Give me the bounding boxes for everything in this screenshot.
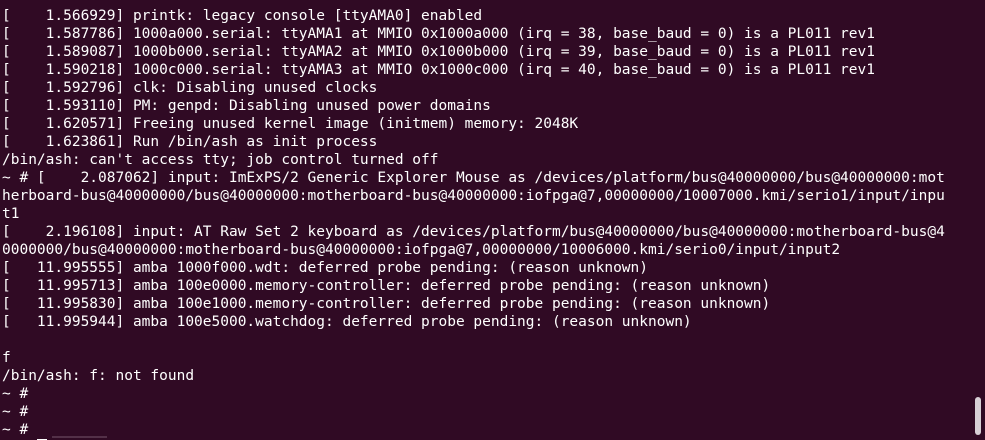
terminal-line: [ 11.995713] amba 100e0000.memory-contro… [2, 278, 771, 294]
terminal-line: ~ # [2, 404, 29, 420]
terminal-output: [ 1.566929] printk: legacy console [ttyA… [2, 7, 974, 440]
terminal-line: 0000000/bus@40000000:motherboard-bus@400… [2, 242, 841, 258]
terminal-line: /bin/ash: f: not found [2, 368, 195, 384]
terminal-line: [ 11.995555] amba 1000f000.wdt: deferred… [2, 260, 649, 276]
terminal-line: [ 1.589087] 1000b000.serial: ttyAMA2 at … [2, 44, 875, 60]
vertical-scrollbar[interactable] [975, 0, 983, 440]
terminal-line: [ 1.590218] 1000c000.serial: ttyAMA3 at … [2, 62, 875, 78]
terminal-line: [ 1.566929] printk: legacy console [ttyA… [2, 8, 483, 24]
terminal-line: [ 1.623861] Run /bin/ash as init process [2, 134, 378, 150]
terminal-line: t1 [2, 206, 20, 222]
terminal-line: [ 2.196108] input: AT Raw Set 2 keyboard… [2, 224, 945, 240]
scrollbar-thumb[interactable] [975, 397, 981, 435]
terminal-line: [ 11.995944] amba 100e5000.watchdog: def… [2, 314, 692, 330]
terminal-line: /bin/ash: can't access tty; job control … [2, 152, 439, 168]
terminal-line: ~ # [ 2.087062] input: ImExPS/2 Generic … [2, 170, 945, 186]
terminal-line: [ 11.995830] amba 100e1000.memory-contro… [2, 296, 771, 312]
terminal-line: [ 1.592796] clk: Disabling unused clocks [2, 80, 378, 96]
terminal-line: f [2, 350, 11, 366]
terminal-line: [ 1.620571] Freeing unused kernel image … [2, 116, 579, 132]
terminal-line: herboard-bus@40000000/bus@40000000:mothe… [2, 188, 945, 204]
terminal-line: [ 1.593110] PM: genpd: Disabling unused … [2, 98, 491, 114]
terminal-line: ~ # [2, 422, 29, 438]
terminal-line: ~ # [2, 386, 29, 402]
terminal-window[interactable]: [ 1.566929] printk: legacy console [ttyA… [0, 0, 985, 440]
partial-text-artifact [52, 436, 107, 438]
terminal-line: [ 1.587786] 1000a000.serial: ttyAMA1 at … [2, 26, 875, 42]
